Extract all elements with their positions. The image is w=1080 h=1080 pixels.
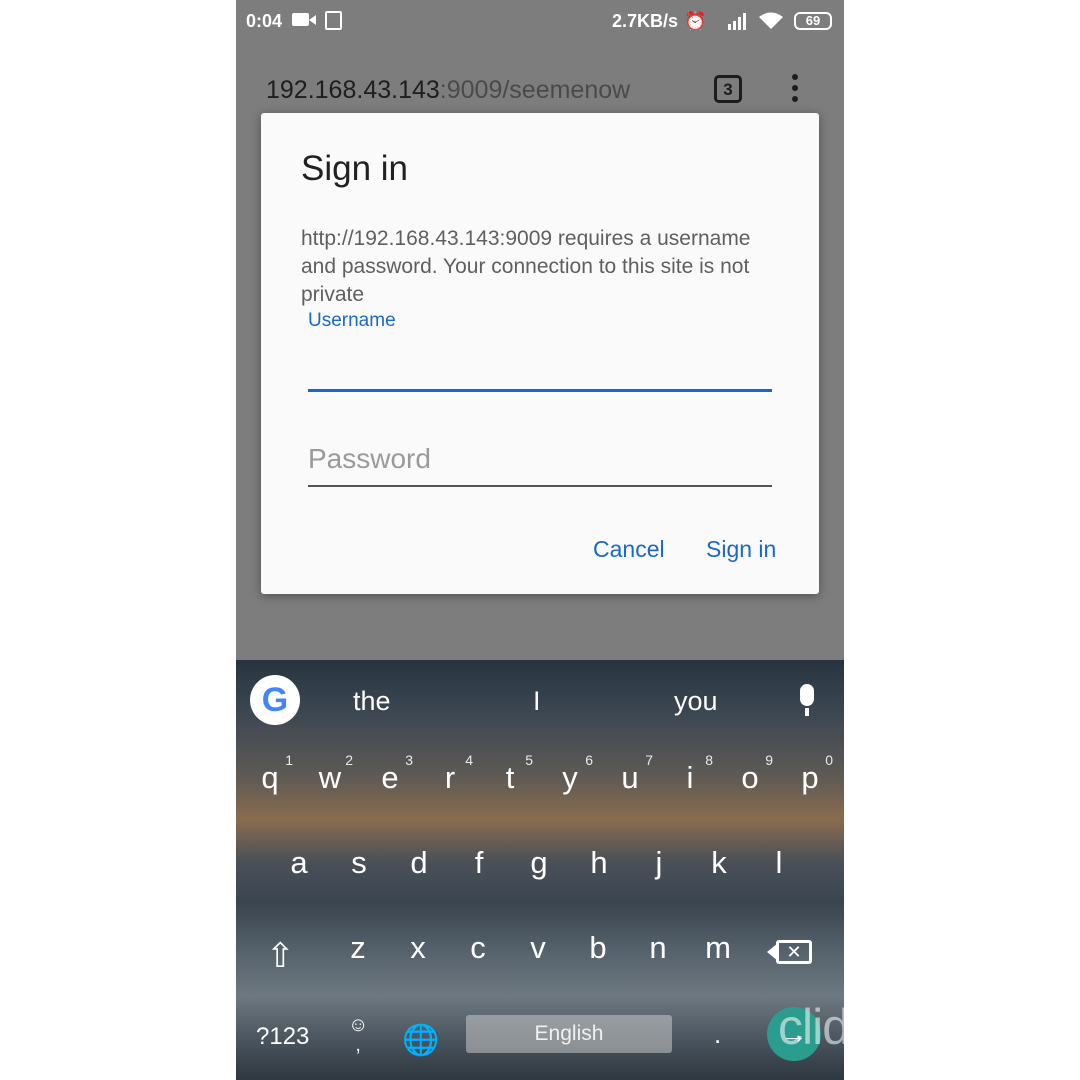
- symbols-key[interactable]: ?123: [256, 1023, 309, 1051]
- key-k[interactable]: k: [694, 845, 744, 881]
- wifi-icon: [759, 12, 783, 29]
- key-b[interactable]: b: [573, 930, 623, 966]
- comma-label: ,: [355, 1034, 361, 1056]
- key-label: r: [444, 760, 456, 795]
- shift-icon[interactable]: ⇧: [266, 936, 295, 976]
- key-number-hint: 3: [405, 752, 413, 768]
- dialog-title: Sign in: [301, 149, 409, 188]
- key-number-hint: 8: [705, 752, 713, 768]
- suggestion-3[interactable]: you: [674, 686, 718, 717]
- alarm-icon: ⏰: [684, 11, 707, 31]
- status-time: 0:04: [246, 11, 283, 31]
- key-a[interactable]: a: [274, 845, 324, 881]
- key-e[interactable]: e3: [365, 752, 415, 796]
- net-speed: 2.7KB/s: [612, 11, 679, 31]
- key-q[interactable]: q1: [245, 752, 295, 796]
- suggestion-1[interactable]: the: [353, 686, 391, 717]
- key-p[interactable]: p0: [785, 752, 835, 796]
- status-bar: 0:04 2.7KB/s ⏰ 69: [236, 0, 844, 44]
- key-number-hint: 2: [345, 752, 353, 768]
- password-field[interactable]: Password: [308, 443, 772, 487]
- key-g[interactable]: g: [514, 845, 564, 881]
- key-s[interactable]: s: [334, 845, 384, 881]
- key-o[interactable]: o9: [725, 752, 775, 796]
- period-key[interactable]: .: [714, 1019, 721, 1050]
- space-key[interactable]: English: [466, 1015, 672, 1053]
- key-label: i: [686, 760, 694, 795]
- sd-card-icon: [325, 11, 342, 30]
- suggestion-2[interactable]: I: [533, 686, 541, 717]
- keyboard: G the I you q1w2e3r4t5y6u7i8o9p0 asdfghj…: [236, 660, 844, 1080]
- key-u[interactable]: u7: [605, 752, 655, 796]
- battery-icon: 69: [794, 12, 832, 30]
- key-x[interactable]: x: [393, 930, 443, 966]
- key-number-hint: 0: [825, 752, 833, 768]
- password-placeholder: Password: [308, 443, 431, 474]
- key-l[interactable]: l: [754, 845, 804, 881]
- key-h[interactable]: h: [574, 845, 624, 881]
- username-label: Username: [308, 310, 396, 331]
- key-label: q: [261, 760, 279, 795]
- key-number-hint: 9: [765, 752, 773, 768]
- emoji-key[interactable]: ☺,: [348, 1015, 368, 1055]
- key-z[interactable]: z: [333, 930, 383, 966]
- cancel-button[interactable]: Cancel: [593, 536, 665, 563]
- key-y[interactable]: y6: [545, 752, 595, 796]
- key-i[interactable]: i8: [665, 752, 715, 796]
- key-number-hint: 4: [465, 752, 473, 768]
- key-r[interactable]: r4: [425, 752, 475, 796]
- dialog-message: http://192.168.43.143:9009 requires a us…: [301, 227, 751, 306]
- overflow-menu-icon[interactable]: [792, 74, 798, 104]
- username-field[interactable]: [308, 389, 772, 392]
- key-number-hint: 7: [645, 752, 653, 768]
- google-icon[interactable]: G: [250, 675, 300, 725]
- key-number-hint: 6: [585, 752, 593, 768]
- key-label: p: [801, 760, 819, 795]
- sign-in-dialog: Sign in http://192.168.43.143:9009 requi…: [261, 113, 819, 594]
- key-d[interactable]: d: [394, 845, 444, 881]
- globe-icon[interactable]: 🌐: [402, 1023, 439, 1058]
- key-label: w: [318, 760, 342, 795]
- key-n[interactable]: n: [633, 930, 683, 966]
- key-t[interactable]: t5: [485, 752, 535, 796]
- key-label: t: [505, 760, 515, 795]
- watermark: clideo.com: [778, 999, 1008, 1055]
- url-field[interactable]: 192.168.43.143:9009/seemenow: [266, 76, 630, 105]
- tab-switcher-button[interactable]: 3: [714, 75, 742, 103]
- suggestion-bar: G the I you: [236, 660, 844, 740]
- key-w[interactable]: w2: [305, 752, 355, 796]
- key-label: o: [741, 760, 759, 795]
- key-number-hint: 5: [525, 752, 533, 768]
- sign-in-button[interactable]: Sign in: [706, 536, 776, 563]
- url-host: 192.168.43.143: [266, 76, 440, 104]
- url-path: :9009/seemenow: [439, 76, 631, 104]
- key-f[interactable]: f: [454, 845, 504, 881]
- key-label: u: [621, 760, 639, 795]
- microphone-icon[interactable]: [800, 684, 814, 716]
- key-number-hint: 1: [285, 752, 293, 768]
- video-record-icon: [292, 13, 316, 26]
- key-label: y: [562, 760, 578, 795]
- key-j[interactable]: j: [634, 845, 684, 881]
- key-v[interactable]: v: [513, 930, 563, 966]
- phone-screen: 0:04 2.7KB/s ⏰ 69 192.168.43.143:9009/se…: [236, 0, 844, 1080]
- signal-4g-icon: [728, 13, 746, 30]
- backspace-icon[interactable]: ✕: [767, 940, 812, 964]
- key-m[interactable]: m: [693, 930, 743, 966]
- key-c[interactable]: c: [453, 930, 503, 966]
- key-label: e: [381, 760, 399, 795]
